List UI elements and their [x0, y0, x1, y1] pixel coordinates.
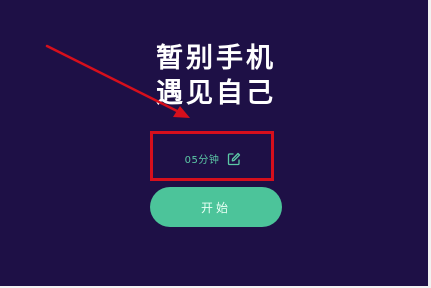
start-button[interactable]: 开始: [150, 187, 282, 227]
headline-line-1: 暂别手机: [156, 43, 276, 74]
focus-timer-screen: 暂别手机 遇见自己 05分钟 开始: [0, 0, 431, 288]
headline-line-2: 遇见自己: [156, 78, 276, 109]
duration-label: 05分钟: [184, 154, 220, 166]
duration-setting[interactable]: 05分钟: [152, 134, 274, 182]
edit-icon[interactable]: [227, 151, 241, 166]
